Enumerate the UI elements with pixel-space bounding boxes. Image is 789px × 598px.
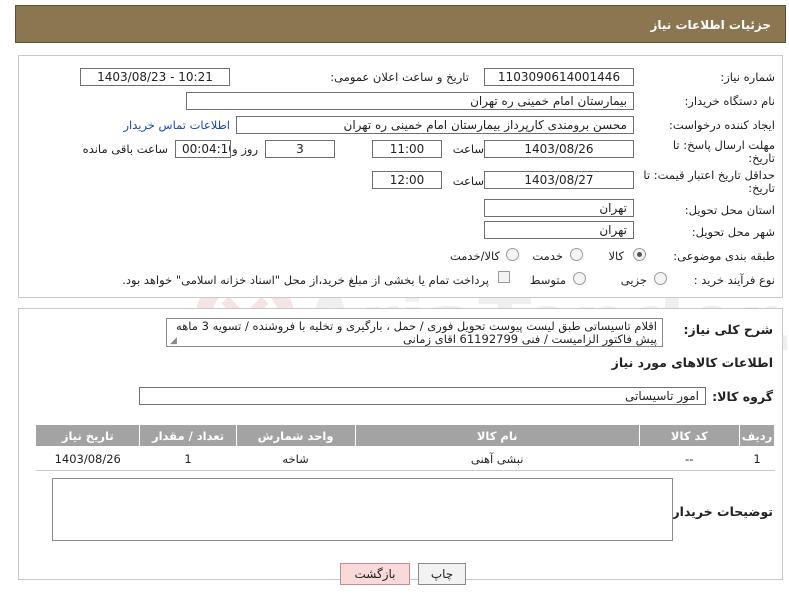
table-row: 1 -- نبشی آهنی شاخه 1 1403/08/26 — [35, 446, 775, 471]
validity-time-label: ساعت — [452, 174, 484, 188]
treasury-payment-checkbox[interactable] — [498, 271, 510, 283]
process-minor-radio[interactable] — [654, 272, 667, 285]
description-label: شرح کلی نیاز: — [683, 322, 773, 337]
deadline-label: مهلت ارسال پاسخ: تا — [672, 138, 775, 152]
buyer-notes-box — [52, 478, 673, 541]
treasury-payment-note: پرداخت تمام یا بخشی از مبلغ خرید،از محل … — [122, 273, 489, 287]
goods-group-label: گروه کالا: — [712, 389, 773, 404]
col-name-header: نام کالا — [354, 424, 640, 447]
validity-date-label: تاریخ: — [748, 181, 775, 195]
remaining-time-field: 00:04:10 — [175, 140, 231, 158]
process-medium-radio[interactable] — [573, 272, 586, 285]
row-code: -- — [639, 446, 740, 471]
back-button[interactable]: بازگشت — [340, 563, 410, 585]
buyer-contact-link[interactable]: اطلاعات تماس خریدار — [123, 118, 230, 132]
row-name: نبشی آهنی — [355, 446, 640, 471]
row-qty: 1 — [139, 446, 237, 471]
remaining-time-label: ساعت باقی مانده — [82, 142, 168, 156]
category-goods-service-radio[interactable] — [506, 248, 519, 261]
category-goods-label: کالا — [608, 249, 624, 263]
category-goods-radio[interactable] — [633, 248, 646, 261]
row-date: 1403/08/26 — [35, 446, 140, 471]
validity-date-field: 1403/08/27 — [484, 171, 634, 189]
page-header: جزئیات اطلاعات نیاز — [15, 5, 786, 43]
announce-datetime-field: 1403/08/23 - 10:21 — [80, 68, 230, 86]
row-unit: شاخه — [236, 446, 356, 471]
col-index-header: ردیف — [738, 424, 776, 447]
process-minor-label: جزیی — [620, 273, 647, 287]
process-label: نوع فرآیند خرید : — [693, 273, 775, 287]
description-text: اقلام تاسیساتی طبق لیست پیوست تحویل فوری… — [166, 318, 663, 347]
category-label: طبقه بندی موضوعی: — [673, 249, 775, 263]
city-field: تهران — [484, 221, 634, 239]
deadline-date-field: 1403/08/26 — [484, 140, 634, 158]
category-goods-service-label: کالا/خدمت — [449, 249, 500, 263]
col-unit-header: واحد شمارش — [235, 424, 356, 447]
goods-table: ردیف کد کالا نام کالا واحد شمارش تعداد /… — [34, 424, 776, 471]
validity-label: حداقل تاریخ اعتبار قیمت: تا — [643, 168, 775, 182]
category-service-radio[interactable] — [570, 248, 583, 261]
process-medium-label: متوسط — [529, 273, 566, 287]
buyer-org-field: بیمارستان امام خمینی ره تهران — [186, 92, 634, 110]
days-label: روز و — [232, 142, 258, 156]
buyer-org-label: نام دستگاه خریدار: — [684, 94, 775, 108]
col-code-header: کد کالا — [638, 424, 740, 447]
col-date-header: تاریخ نیاز — [34, 424, 141, 447]
province-label: استان محل تحویل: — [684, 203, 775, 217]
deadline-time-field: 11:00 — [372, 140, 442, 158]
resize-grip-icon: ◢ — [170, 336, 177, 346]
goods-group-field: امور تاسیساتی — [139, 387, 706, 405]
creator-label: ایجاد کننده درخواست: — [669, 118, 775, 132]
announce-label: تاریخ و ساعت اعلان عمومی: — [330, 70, 469, 84]
buyer-notes-label: توضیحات خریدار: — [667, 504, 773, 519]
days-remaining-field: 3 — [265, 140, 335, 158]
validity-time-field: 12:00 — [372, 171, 442, 189]
print-button[interactable]: چاپ — [418, 563, 466, 585]
need-number-label: شماره نیاز: — [720, 70, 775, 84]
province-field: تهران — [484, 199, 634, 217]
category-service-label: خدمت — [532, 249, 563, 263]
goods-section-title: اطلاعات کالاهای مورد نیاز — [611, 355, 773, 370]
deadline-time-label: ساعت — [452, 142, 484, 156]
col-qty-header: تعداد / مقدار — [139, 424, 237, 447]
page-title: جزئیات اطلاعات نیاز — [650, 18, 771, 32]
city-label: شهر محل تحویل: — [691, 225, 775, 239]
goods-table-header: ردیف کد کالا نام کالا واحد شمارش تعداد /… — [34, 424, 776, 447]
deadline-date-label: تاریخ: — [748, 151, 775, 165]
need-number-field: 1103090614001446 — [484, 68, 634, 86]
row-index: 1 — [739, 446, 775, 471]
creator-field: محسن برومندی کارپرداز بیمارستان امام خمی… — [236, 116, 634, 134]
